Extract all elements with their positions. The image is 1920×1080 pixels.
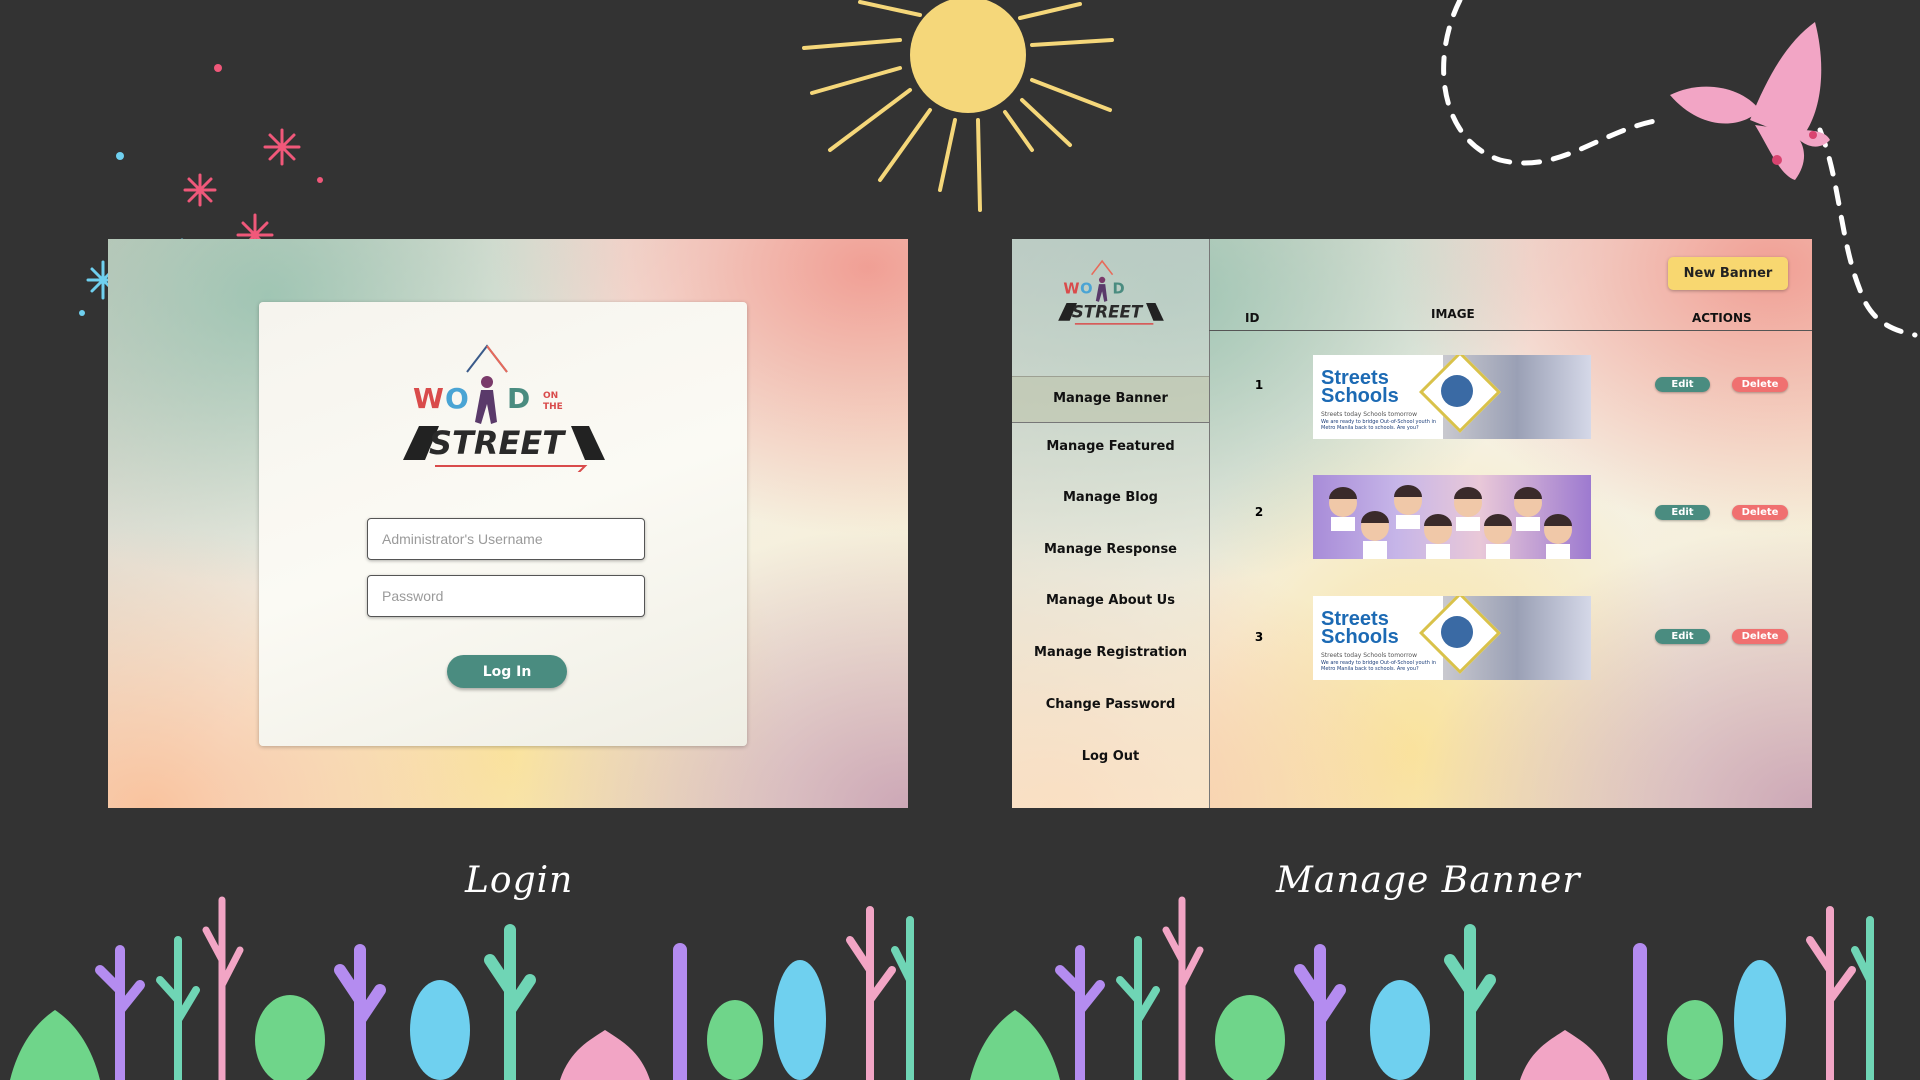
- svg-text:STREET: STREET: [1072, 302, 1144, 322]
- banner-title: Streets Schools: [1321, 367, 1399, 407]
- sun-doodle: [802, 0, 1114, 212]
- svg-text:D: D: [507, 382, 530, 415]
- banner-thumbnail[interactable]: Streets Schools Streets today Schools to…: [1313, 596, 1591, 680]
- row-id: 1: [1254, 378, 1264, 392]
- delete-button[interactable]: Delete: [1732, 629, 1788, 644]
- login-button[interactable]: Log In: [447, 655, 567, 688]
- banner-thumbnail[interactable]: [1313, 475, 1591, 559]
- sidebar-item-manage-featured[interactable]: Manage Featured: [1012, 439, 1209, 454]
- manage-banner-screen: W O D STREET Manage Banner Manage Featur…: [1012, 239, 1812, 808]
- new-banner-button[interactable]: New Banner: [1668, 257, 1788, 290]
- banner-subtitle: Streets today Schools tomorrow: [1321, 411, 1417, 418]
- banner-tagline: We are ready to bridge Out-of-School you…: [1321, 419, 1437, 431]
- sidebar-item-log-out[interactable]: Log Out: [1012, 749, 1209, 764]
- edit-button[interactable]: Edit: [1655, 377, 1710, 392]
- sidebar: W O D STREET Manage Banner Manage Featur…: [1012, 239, 1210, 808]
- svg-text:W: W: [1063, 281, 1079, 298]
- column-header-image: IMAGE: [1431, 307, 1475, 321]
- svg-text:D: D: [1113, 281, 1125, 298]
- sidebar-item-change-password[interactable]: Change Password: [1012, 697, 1209, 712]
- svg-text:ON: ON: [543, 391, 558, 401]
- svg-text:O: O: [445, 382, 469, 415]
- svg-text:W: W: [413, 382, 444, 415]
- sidebar-item-manage-registration[interactable]: Manage Registration: [1012, 645, 1209, 660]
- edit-button[interactable]: Edit: [1655, 629, 1710, 644]
- svg-text:O: O: [1080, 281, 1092, 298]
- login-card: W O D ON THE STREET Log In: [259, 302, 747, 746]
- banner-tagline: We are ready to bridge Out-of-School you…: [1321, 660, 1437, 672]
- cactus-border-doodle: [10, 896, 1874, 1080]
- delete-button[interactable]: Delete: [1732, 377, 1788, 392]
- svg-text:STREET: STREET: [429, 424, 566, 462]
- table-header-divider: [1209, 330, 1812, 331]
- banner-title: Streets Schools: [1321, 608, 1399, 648]
- banner-subtitle: Streets today Schools tomorrow: [1321, 652, 1417, 659]
- sidebar-item-manage-blog[interactable]: Manage Blog: [1012, 490, 1209, 505]
- column-header-id: ID: [1245, 311, 1260, 325]
- delete-button[interactable]: Delete: [1732, 505, 1788, 520]
- sidebar-item-manage-response[interactable]: Manage Response: [1012, 542, 1209, 557]
- row-id: 3: [1254, 630, 1264, 644]
- word-on-the-street-logo: W O D ON THE STREET: [403, 344, 605, 472]
- word-on-the-street-logo: W O D STREET: [1058, 259, 1164, 325]
- password-input[interactable]: [367, 575, 645, 617]
- sidebar-item-manage-banner[interactable]: Manage Banner: [1012, 376, 1209, 423]
- row-id: 2: [1254, 505, 1264, 519]
- login-screen: W O D ON THE STREET Log In: [108, 239, 908, 808]
- username-input[interactable]: [367, 518, 645, 560]
- edit-button[interactable]: Edit: [1655, 505, 1710, 520]
- banner-thumbnail[interactable]: Streets Schools Streets today Schools to…: [1313, 355, 1591, 439]
- sidebar-logo-area: W O D STREET: [1012, 239, 1209, 377]
- column-header-actions: ACTIONS: [1692, 311, 1752, 325]
- sidebar-item-manage-about-us[interactable]: Manage About Us: [1012, 593, 1209, 608]
- svg-text:THE: THE: [543, 402, 563, 412]
